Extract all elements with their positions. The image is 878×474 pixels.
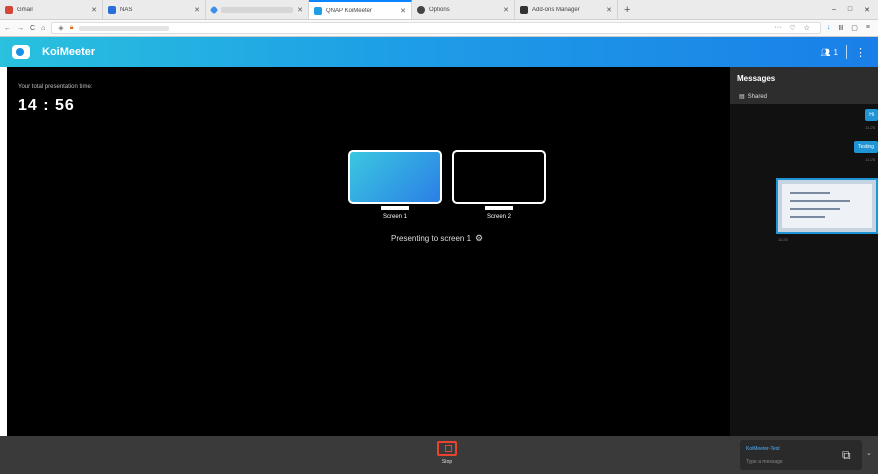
page-actions-icon[interactable]: ··· <box>774 24 781 32</box>
message-time: 11:25 <box>778 237 788 242</box>
back-arrow-icon[interactable]: ← <box>4 25 11 32</box>
tab-label-redacted <box>221 6 294 13</box>
stop-presenting-button[interactable]: Stop <box>432 441 462 471</box>
reload-icon[interactable]: C <box>30 25 35 32</box>
address-bar-actions: ··· ♡ ☆ <box>774 24 814 32</box>
message-bubble: Hi <box>865 109 878 121</box>
messages-panel: Messages ▤ Shared Hi 11:25 Testing 11:25… <box>730 67 878 436</box>
message-composer: KoiMeeter-Test ⧉ <box>740 440 862 470</box>
sender-name: KoiMeeter-Test <box>746 446 780 452</box>
monitor-icon-inactive <box>452 150 546 204</box>
forward-arrow-icon[interactable]: → <box>17 25 24 32</box>
monitor-stand <box>381 206 409 210</box>
people-icon: 👥︎ <box>820 47 831 57</box>
library-icon[interactable]: Ⅲ <box>838 24 843 32</box>
new-tab-button[interactable]: + <box>618 0 636 19</box>
thumbnail-line <box>790 216 825 218</box>
tab-label: NAS <box>120 6 133 13</box>
app-title: KoiMeeter <box>42 46 96 58</box>
diamond-favicon-icon <box>209 5 219 14</box>
sidebar-icon[interactable]: ▢ <box>851 24 858 32</box>
nas-favicon-icon <box>108 5 116 14</box>
monitor-stand <box>485 206 513 210</box>
monitor-icon-active <box>348 150 442 204</box>
screen-2-option[interactable]: Screen 2 <box>452 150 546 220</box>
tab-close-icon[interactable]: ✕ <box>503 6 509 14</box>
screen-label: Screen 2 <box>486 214 511 220</box>
thumbnail-line <box>790 192 830 194</box>
screen-1-option[interactable]: Screen 1 <box>348 150 442 220</box>
tab-label: Gmail <box>17 6 33 13</box>
thumbnail-line <box>790 200 850 202</box>
header-divider <box>846 45 847 59</box>
participants-count: 1 <box>833 47 838 57</box>
participants-button[interactable]: 👥︎ 1 <box>820 48 838 57</box>
tab-koimeeter[interactable]: QNAP KoiMeeter ✕ <box>309 0 412 19</box>
screen-label: Screen 1 <box>382 214 407 220</box>
message-feed[interactable]: Hi 11:25 Testing 11:25 11:25 <box>730 104 878 436</box>
screen-selector: Screen 1 Screen 2 <box>348 150 546 220</box>
shared-filter[interactable]: ▤ Shared <box>739 93 768 101</box>
tab-close-icon[interactable]: ✕ <box>91 6 97 14</box>
koimeeter-favicon-icon <box>314 6 322 15</box>
tab-nas[interactable]: NAS ✕ <box>103 0 206 19</box>
attach-icon[interactable]: ⧉ <box>842 448 851 463</box>
tab-blurred[interactable]: ✕ <box>206 0 309 19</box>
gear-icon[interactable]: ⚙ <box>475 233 483 244</box>
thumbnail-line <box>790 208 840 210</box>
minimize-icon[interactable]: – <box>832 6 836 13</box>
shared-label: Shared <box>747 93 768 100</box>
maximize-icon[interactable]: □ <box>848 6 852 13</box>
tab-gmail[interactable]: Gmail ✕ <box>0 0 103 19</box>
stop-label: Stop <box>441 459 453 465</box>
presentation-time-value: 14 : 56 <box>18 97 75 114</box>
more-menu-icon[interactable]: ⋮ <box>855 46 866 59</box>
browser-navigation-bar: ← → C ⌂ ◈ 🔒︎ ··· ♡ ☆ ↓ Ⅲ ▢ ≡ <box>0 20 878 37</box>
url-text-redacted <box>79 25 170 31</box>
gmail-favicon-icon <box>5 5 13 14</box>
bookmark-star-icon[interactable]: ☆ <box>804 24 810 32</box>
shield-icon[interactable]: ◈ <box>58 24 63 32</box>
presentation-time-label: Your total presentation time: <box>18 84 93 90</box>
message-time: 11:25 <box>865 125 875 130</box>
shared-screenshot-thumbnail[interactable] <box>776 178 878 234</box>
window-controls: – □ ✕ <box>832 0 878 19</box>
download-icon[interactable]: ↓ <box>827 24 831 32</box>
gear-favicon-icon <box>417 5 425 14</box>
puzzle-favicon-icon <box>520 5 528 14</box>
koimeeter-logo-icon <box>12 45 30 59</box>
tab-close-icon[interactable]: ✕ <box>297 6 303 14</box>
bottom-control-bar: Stop KoiMeeter-Test ⧉ ⌄ <box>0 436 878 474</box>
thumbnail-content <box>782 184 872 228</box>
chevron-down-icon[interactable]: ⌄ <box>866 449 872 457</box>
messages-title: Messages <box>737 74 776 83</box>
tab-addons-manager[interactable]: Add-ons Manager ✕ <box>515 0 618 19</box>
app-header: KoiMeeter 👥︎ 1 ⋮ <box>0 37 878 67</box>
pocket-icon[interactable]: ♡ <box>789 24 795 32</box>
tab-close-icon[interactable]: ✕ <box>400 7 406 15</box>
tab-label: QNAP KoiMeeter <box>326 7 372 14</box>
tab-label: Options <box>429 6 450 13</box>
tab-close-icon[interactable]: ✕ <box>606 6 612 14</box>
lock-icon[interactable]: 🔒︎ <box>70 24 74 32</box>
tab-options[interactable]: Options ✕ <box>412 0 515 19</box>
address-bar[interactable]: ◈ 🔒︎ ··· ♡ ☆ <box>51 22 821 34</box>
browser-tab-strip: Gmail ✕ NAS ✕ ✕ QNAP KoiMeeter ✕ Options… <box>0 0 878 20</box>
message-bubble: Testing <box>854 141 878 153</box>
close-window-icon[interactable]: ✕ <box>864 6 870 14</box>
stop-share-icon <box>437 441 457 456</box>
shared-files-icon: ▤ <box>739 94 745 100</box>
message-time: 11:25 <box>865 157 875 162</box>
presenting-text: Presenting to screen 1 <box>391 234 472 243</box>
hamburger-menu-icon[interactable]: ≡ <box>866 24 870 32</box>
home-icon[interactable]: ⌂ <box>41 25 45 32</box>
presenting-status: Presenting to screen 1 ⚙ <box>391 233 483 244</box>
tab-close-icon[interactable]: ✕ <box>194 6 200 14</box>
message-input[interactable] <box>746 457 826 466</box>
presentation-stage: Your total presentation time: 14 : 56 Sc… <box>7 67 730 436</box>
header-actions: 👥︎ 1 ⋮ <box>820 45 866 59</box>
tab-label: Add-ons Manager <box>532 6 580 13</box>
browser-toolbar: ↓ Ⅲ ▢ ≡ <box>827 24 874 32</box>
